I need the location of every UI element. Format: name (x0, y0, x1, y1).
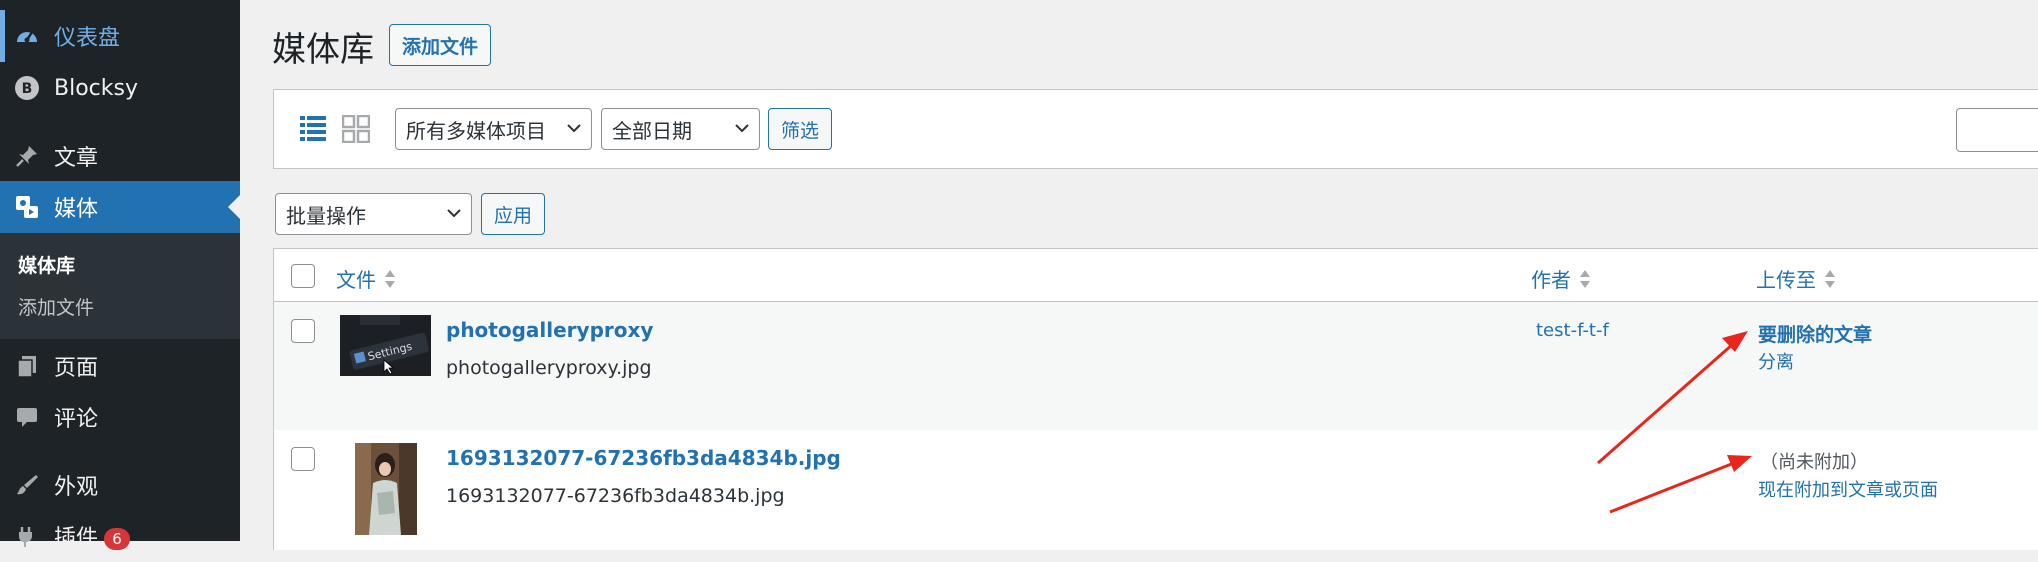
sidebar-item-label: 外观 (54, 475, 99, 500)
add-file-button[interactable]: 添加文件 (389, 24, 492, 66)
filter-button[interactable]: 筛选 (768, 108, 833, 150)
row-checkbox[interactable] (291, 447, 315, 471)
sidebar-item-label: Blocksy (54, 75, 138, 101)
brush-icon (12, 470, 42, 500)
detach-link[interactable]: 分离 (1758, 348, 1794, 374)
chevron-down-icon (447, 209, 461, 218)
comments-icon (12, 402, 42, 432)
page-title: 媒体库 (272, 30, 374, 70)
plugin-icon (12, 521, 42, 551)
sidebar-item-posts[interactable]: 文章 (0, 130, 240, 182)
dashboard-icon (12, 21, 42, 51)
list-view-icon[interactable] (300, 115, 326, 141)
sort-icon (385, 269, 395, 288)
sidebar-item-media[interactable]: 媒体 (0, 181, 240, 233)
column-header-uploaded-to[interactable]: 上传至 (1756, 264, 1836, 293)
apply-button[interactable]: 应用 (481, 193, 546, 235)
chevron-down-icon (567, 124, 581, 133)
unattached-label: （尚未附加） (1760, 452, 1868, 473)
sidebar-item-label: 评论 (54, 407, 99, 432)
sidebar-item-dashboard[interactable]: 仪表盘 (0, 10, 240, 62)
pin-icon (12, 141, 42, 171)
column-label: 作者 (1531, 268, 1571, 292)
sidebar-item-label: 媒体 (54, 197, 99, 222)
sidebar-item-pages[interactable]: 页面 (0, 340, 240, 392)
chevron-down-icon (735, 124, 749, 133)
sidebar-item-label: 页面 (54, 356, 99, 381)
column-header-file[interactable]: 文件 (336, 264, 396, 293)
current-menu-arrow (228, 195, 240, 219)
media-thumbnail[interactable]: Settings (340, 315, 431, 376)
blocksy-icon: B (12, 73, 42, 103)
pages-icon (12, 351, 42, 381)
media-icon (12, 192, 42, 222)
media-submenu: 媒体库 添加文件 (0, 233, 240, 339)
grid-view-icon[interactable] (341, 114, 371, 144)
column-label: 文件 (336, 268, 376, 292)
media-filename: 1693132077-67236fb3da4834b.jpg (446, 485, 785, 507)
bulk-actions-select[interactable]: 批量操作 (275, 193, 472, 235)
update-count-badge: 6 (104, 528, 131, 550)
media-title-link[interactable]: photogalleryproxy (446, 318, 653, 342)
search-input[interactable] (1956, 108, 2038, 152)
admin-sidebar: 仪表盘 B Blocksy 文章 媒体 媒体库 添加文件 页面 评论 外观 插件… (0, 0, 240, 551)
sidebar-item-label: 仪表盘 (54, 26, 121, 51)
column-header-author[interactable]: 作者 (1531, 264, 1591, 293)
sidebar-item-label: 文章 (54, 146, 99, 171)
svg-text:B: B (22, 81, 33, 97)
author-link[interactable]: test-f-t-f (1536, 320, 1609, 341)
sidebar-item-blocksy[interactable]: B Blocksy (0, 62, 240, 114)
sort-icon (1825, 269, 1835, 288)
sidebar-item-plugins[interactable]: 插件 6 (0, 510, 240, 562)
sidebar-item-appearance[interactable]: 外观 (0, 459, 240, 511)
media-thumbnail[interactable] (355, 443, 417, 535)
select-value: 所有多媒体项目 (406, 118, 546, 143)
date-select[interactable]: 全部日期 (601, 108, 760, 150)
submenu-item-library[interactable]: 媒体库 (18, 251, 75, 278)
media-type-select[interactable]: 所有多媒体项目 (395, 108, 592, 150)
column-label: 上传至 (1756, 268, 1816, 292)
row-checkbox[interactable] (291, 319, 315, 343)
media-filename: photogalleryproxy.jpg (446, 357, 652, 379)
sidebar-item-label: 插件 (54, 526, 99, 551)
media-title-link[interactable]: 1693132077-67236fb3da4834b.jpg (446, 446, 841, 470)
select-value: 批量操作 (286, 203, 366, 228)
sort-icon (1580, 269, 1590, 288)
select-value: 全部日期 (612, 118, 692, 143)
parent-post-link[interactable]: 要删除的文章 (1758, 320, 1872, 347)
select-all-checkbox[interactable] (291, 264, 315, 288)
attach-link[interactable]: 现在附加到文章或页面 (1758, 476, 1938, 502)
submenu-item-add-file[interactable]: 添加文件 (18, 293, 94, 320)
sidebar-item-comments[interactable]: 评论 (0, 391, 240, 443)
